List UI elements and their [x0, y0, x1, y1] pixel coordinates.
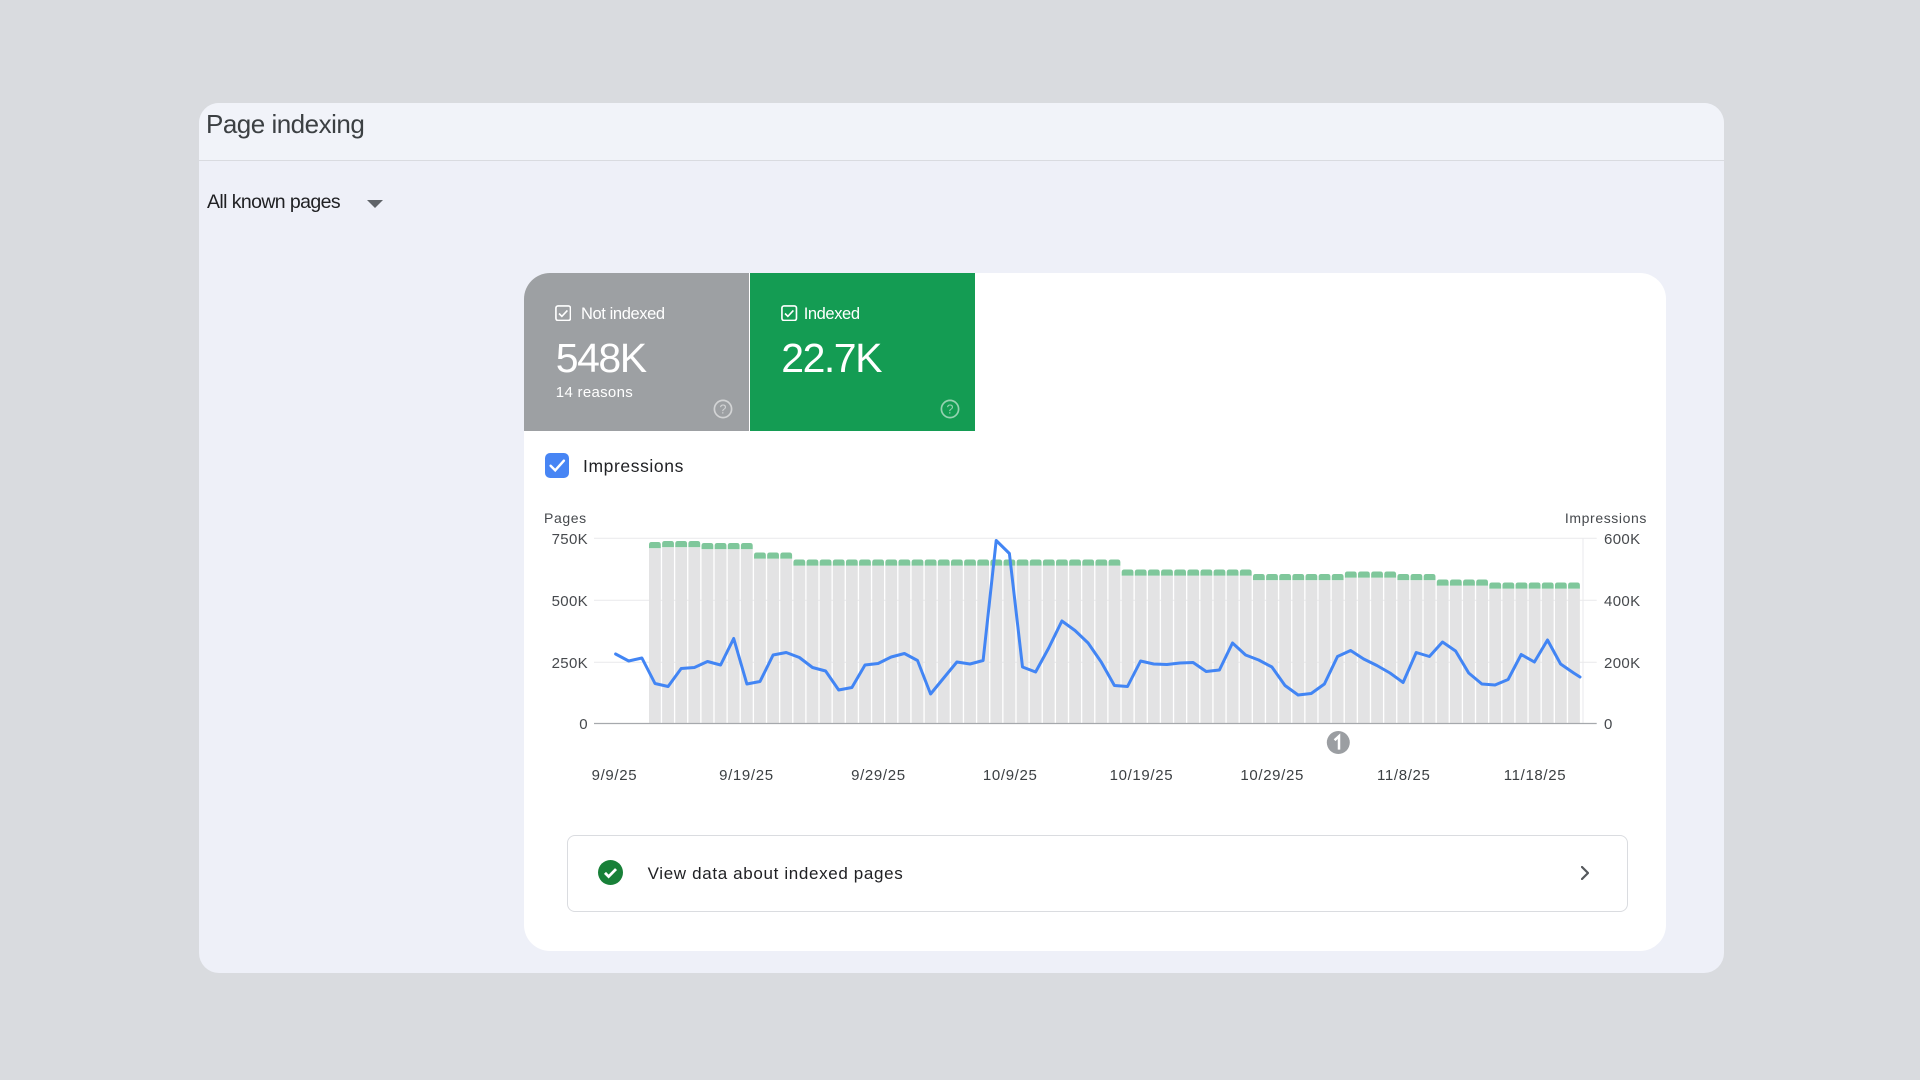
svg-text:10/9/25: 10/9/25: [983, 767, 1038, 784]
svg-text:Impressions: Impressions: [1565, 510, 1647, 526]
svg-text:250K: 250K: [552, 655, 588, 672]
svg-text:9/29/25: 9/29/25: [851, 767, 906, 784]
svg-text:400K: 400K: [1604, 593, 1640, 610]
svg-text:?: ?: [720, 403, 727, 417]
svg-text:11/8/25: 11/8/25: [1377, 767, 1430, 784]
svg-text:600K: 600K: [1604, 531, 1640, 548]
svg-text:10/19/25: 10/19/25: [1110, 767, 1174, 784]
svg-text:Pages: Pages: [544, 510, 587, 526]
svg-text:11/18/25: 11/18/25: [1504, 767, 1566, 784]
svg-text:0: 0: [1604, 716, 1613, 733]
svg-text:9/19/25: 9/19/25: [719, 767, 774, 784]
svg-text:9/9/25: 9/9/25: [592, 767, 638, 784]
svg-text:750K: 750K: [552, 531, 588, 548]
svg-text:10/29/25: 10/29/25: [1240, 767, 1304, 784]
svg-text:?: ?: [947, 403, 954, 417]
svg-text:200K: 200K: [1604, 655, 1640, 672]
svg-text:500K: 500K: [552, 593, 588, 610]
svg-text:0: 0: [579, 716, 588, 733]
